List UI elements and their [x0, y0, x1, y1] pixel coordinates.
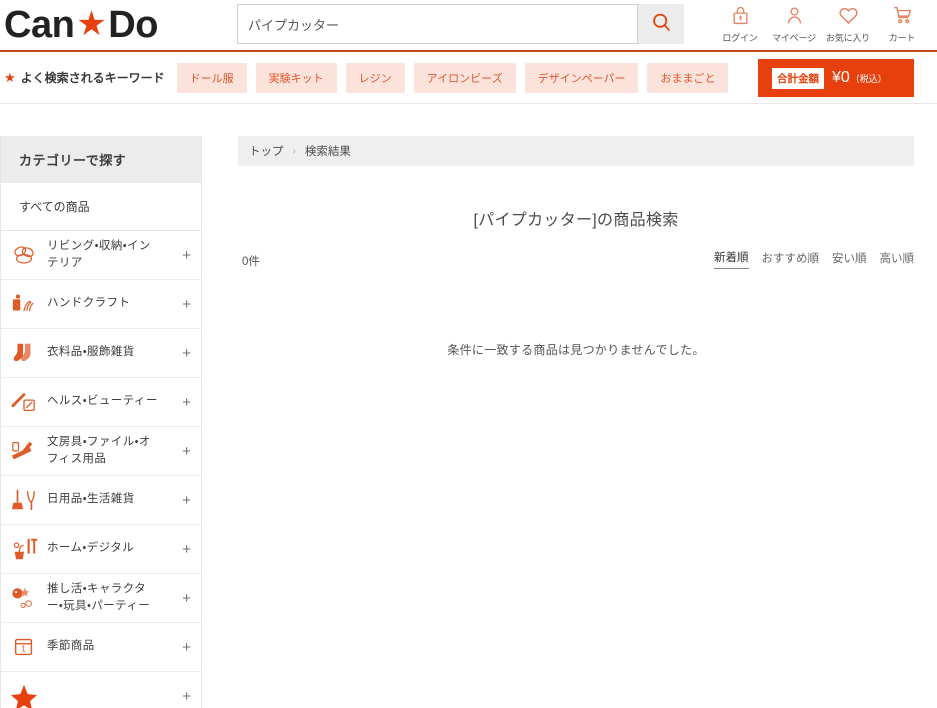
heart-icon: [821, 2, 875, 28]
expand-icon[interactable]: +: [182, 542, 191, 557]
keyword-tag[interactable]: おままごと: [647, 62, 729, 93]
expand-icon[interactable]: +: [182, 297, 191, 312]
sidebar-item-clothing[interactable]: 衣料品・服飾雑貨 +: [1, 329, 201, 378]
popular-keyword-label: よく検索されるキーワード: [20, 71, 165, 85]
site-header: Can★Do ログイン: [0, 0, 937, 52]
header-cart-link[interactable]: カート: [875, 2, 929, 44]
site-logo[interactable]: Can ★ Do: [4, 0, 158, 51]
expand-icon[interactable]: +: [182, 346, 191, 361]
logo-star-icon: ★: [76, 5, 107, 43]
sidebar-item-label: ホーム・デジタル: [47, 542, 135, 555]
sidebar-item-all-products[interactable]: すべての商品: [1, 183, 201, 231]
keyword-tag[interactable]: デザインペーパー: [524, 62, 639, 93]
sidebar-item-label: 文房具・ファイル・オフィス用品: [47, 435, 151, 465]
sidebar-item-handcraft[interactable]: ハンドクラフト +: [1, 280, 201, 329]
header-mypage-label: マイページ: [772, 33, 816, 43]
sidebar-item-living-interior[interactable]: リビング・収納・インテリア +: [1, 231, 201, 280]
search-input[interactable]: [237, 4, 638, 44]
sort-option-price-low[interactable]: 安い順: [832, 250, 867, 269]
header-login-link[interactable]: ログイン: [713, 2, 767, 44]
breadcrumb-current: 検索結果: [304, 146, 351, 158]
calendar-icon: 1: [1, 634, 47, 660]
search-button[interactable]: [638, 4, 684, 44]
header-favorites-label: お気に入り: [825, 33, 870, 43]
toys-party-icon: [1, 585, 47, 611]
sidebar-item-label: 衣料品・服飾雑貨: [47, 346, 135, 359]
sidebar-item-label: リビング・収納・インテリア: [47, 239, 151, 269]
page-title: [パイプカッター]の商品検索: [473, 212, 679, 229]
star-icon: [1, 683, 47, 708]
header-favorites-link[interactable]: お気に入り: [821, 2, 875, 44]
category-sidebar: カテゴリーで探す すべての商品 リビング・収納・インテリア + ハンドクラフト …: [0, 136, 202, 708]
living-interior-icon: [1, 242, 47, 268]
expand-icon[interactable]: +: [182, 248, 191, 263]
keyword-tag[interactable]: アイロンビーズ: [413, 62, 516, 93]
handcraft-icon: [1, 291, 47, 317]
cart-total-amount: ¥0（税込）: [832, 69, 887, 86]
sidebar-item-label: ハンドクラフト: [47, 297, 131, 310]
header-login-label: ログイン: [722, 33, 758, 43]
sidebar-item-label: 日用品・生活雑貨: [47, 493, 135, 506]
sort-option-newest[interactable]: 新着順: [714, 249, 749, 269]
logo-text-can: Can: [4, 4, 75, 46]
home-digital-icon: [1, 536, 47, 562]
popular-keyword-bar: ★ よく検索されるキーワード ドール服 実験キット レジン アイロンビーズ デザ…: [0, 52, 937, 104]
expand-icon[interactable]: +: [182, 444, 191, 459]
health-beauty-icon: [1, 389, 47, 415]
sort-options: 新着順 おすすめ順 安い順 高い順: [701, 249, 914, 269]
lock-icon: [713, 2, 767, 28]
daily-goods-icon: [1, 487, 47, 513]
result-toolbar: 0件 新着順 おすすめ順 安い順 高い順: [238, 249, 914, 269]
expand-icon[interactable]: +: [182, 493, 191, 508]
sidebar-item-daily-goods[interactable]: 日用品・生活雑貨 +: [1, 476, 201, 525]
search-bar: [237, 4, 684, 44]
sidebar-item-health-beauty[interactable]: ヘルス・ビューティー +: [1, 378, 201, 427]
expand-icon[interactable]: +: [182, 640, 191, 655]
expand-icon[interactable]: +: [182, 395, 191, 410]
keyword-tag[interactable]: 実験キット: [255, 62, 337, 93]
header-mypage-link[interactable]: マイページ: [767, 2, 821, 44]
sidebar-item-stationery[interactable]: 文房具・ファイル・オフィス用品 +: [1, 427, 201, 476]
empty-result-message: 条件に一致する商品は見つかりませんでした。: [447, 343, 705, 357]
breadcrumb-top-link[interactable]: トップ: [249, 143, 284, 159]
expand-icon[interactable]: +: [182, 689, 191, 704]
header-icon-group: ログイン マイページ お気に入り カート: [713, 2, 929, 44]
clothing-icon: [1, 340, 47, 366]
sidebar-item-label: ヘルス・ビューティー: [47, 395, 158, 408]
sidebar-item-partial[interactable]: +: [1, 672, 201, 708]
svg-text:1: 1: [21, 644, 26, 654]
keyword-tag[interactable]: ドール服: [176, 62, 247, 93]
header-cart-label: カート: [888, 33, 916, 43]
search-icon: [651, 12, 672, 36]
sidebar-item-home-digital[interactable]: ホーム・デジタル +: [1, 525, 201, 574]
person-icon: [767, 2, 821, 28]
result-count: 0件: [242, 256, 260, 268]
keyword-tag-list: ドール服 実験キット レジン アイロンビーズ デザインペーパー おままごと: [176, 62, 738, 93]
cart-icon: [875, 2, 929, 28]
stationery-icon: [1, 438, 47, 464]
sidebar-item-label: 推し活・キャラクター・玩具・パーティー: [47, 582, 151, 612]
logo-text-do: Do: [108, 4, 158, 46]
popular-keyword-title: ★ よく検索されるキーワード: [4, 69, 165, 86]
sidebar-item-seasonal[interactable]: 1 季節商品 +: [1, 623, 201, 672]
breadcrumb: トップ › 検索結果: [238, 136, 914, 166]
cart-total-tax-note: （税込）: [850, 74, 887, 84]
star-icon: ★: [4, 69, 16, 85]
sidebar-heading: カテゴリーで探す: [1, 136, 201, 183]
sidebar-item-toys-party[interactable]: 推し活・キャラクター・玩具・パーティー +: [1, 574, 201, 623]
cart-total-panel[interactable]: 合計金額 ¥0（税込）: [758, 59, 914, 97]
sidebar-item-label: 季節商品: [47, 640, 95, 653]
sort-option-recommended[interactable]: おすすめ順: [762, 250, 820, 269]
page-body: カテゴリーで探す すべての商品 リビング・収納・インテリア + ハンドクラフト …: [0, 104, 937, 708]
sort-option-price-high[interactable]: 高い順: [880, 250, 915, 269]
main-content: トップ › 検索結果 [パイプカッター]の商品検索 0件 新着順 おすすめ順 安…: [238, 136, 914, 708]
chevron-right-icon: ›: [292, 145, 296, 157]
keyword-tag[interactable]: レジン: [345, 62, 405, 93]
expand-icon[interactable]: +: [182, 591, 191, 606]
cart-total-badge: 合計金額: [772, 67, 824, 89]
